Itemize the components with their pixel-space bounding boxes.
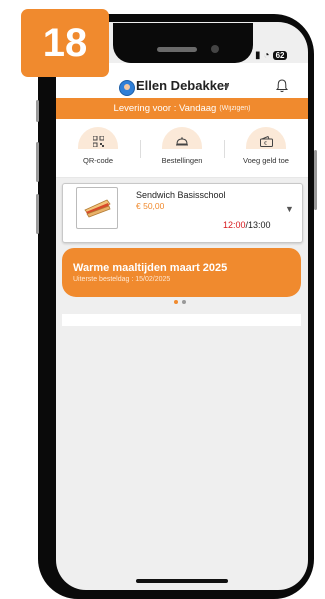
step-number-badge: 18 <box>21 9 109 77</box>
qr-code-button[interactable]: QR-code <box>56 119 140 177</box>
sandwich-icon <box>84 199 111 218</box>
user-name-selector[interactable]: Ellen Debakker <box>136 78 229 93</box>
warm-meals-banner[interactable]: Warme maaltijden maart 2025 Uiterste bes… <box>62 248 301 297</box>
delivery-date-bar[interactable]: Levering voor : Vandaag (Wijzigen) <box>56 98 308 119</box>
order-time-end: /13:00 <box>245 220 271 230</box>
delivery-label: Levering voor : Vandaag <box>113 103 217 114</box>
status-bar-icons: ▮ ◔ 62 <box>255 50 288 61</box>
add-money-button[interactable]: € Voeg geld toe <box>224 119 308 177</box>
wifi-icon: ◔ <box>263 50 270 61</box>
order-title: Sendwich Basisschool <box>136 190 226 200</box>
signal-icon: ▮ <box>255 50 261 61</box>
qr-code-label: QR-code <box>82 156 113 165</box>
carousel-pagination <box>174 300 186 304</box>
volume-up-button <box>36 142 39 182</box>
add-money-label: Voeg geld toe <box>243 156 289 165</box>
add-money-icon-backdrop: € <box>246 127 286 149</box>
stage: ▮ ◔ 62 18 Ellen Debakker ▼ Levering voor… <box>0 0 325 599</box>
order-card[interactable]: Sendwich Basisschool € 50,00 12:00/13:00… <box>62 183 303 243</box>
food-tray-icon <box>176 137 188 146</box>
order-price: € 50,00 <box>136 201 165 211</box>
wallet-add-icon: € <box>259 136 273 147</box>
chevron-down-icon[interactable]: ▼ <box>222 82 231 92</box>
sandwich-thumbnail <box>76 187 118 229</box>
banner-subtitle: Uiterste besteldag : 15/02/2025 <box>73 276 171 283</box>
order-time: 12:00/13:00 <box>223 220 271 230</box>
bell-icon[interactable] <box>276 79 288 93</box>
battery-indicator: 62 <box>272 51 288 60</box>
power-button <box>314 150 317 210</box>
home-indicator[interactable] <box>136 579 228 583</box>
volume-down-button <box>36 194 39 234</box>
qr-code-icon-backdrop <box>78 127 118 149</box>
order-time-start: 12:00 <box>223 220 246 230</box>
change-delivery-link[interactable]: (Wijzigen) <box>219 105 250 112</box>
expand-order-icon[interactable]: ▼ <box>285 204 294 214</box>
empty-content-strip <box>62 314 301 326</box>
qr-code-icon <box>92 136 104 147</box>
quick-actions: QR-code Bestellingen € Voeg geld toe <box>56 119 308 178</box>
carousel-dot-active[interactable] <box>174 300 178 304</box>
svg-text:€: € <box>264 141 267 147</box>
carousel-dot[interactable] <box>182 300 186 304</box>
orders-label: Bestellingen <box>161 156 203 165</box>
front-camera <box>211 45 219 53</box>
notch <box>113 23 253 63</box>
avatar[interactable] <box>119 80 135 96</box>
orders-button[interactable]: Bestellingen <box>140 119 224 177</box>
orders-icon-backdrop <box>162 127 202 149</box>
banner-title: Warme maaltijden maart 2025 <box>73 262 228 274</box>
speaker-grille <box>157 47 197 52</box>
side-button <box>36 100 39 122</box>
